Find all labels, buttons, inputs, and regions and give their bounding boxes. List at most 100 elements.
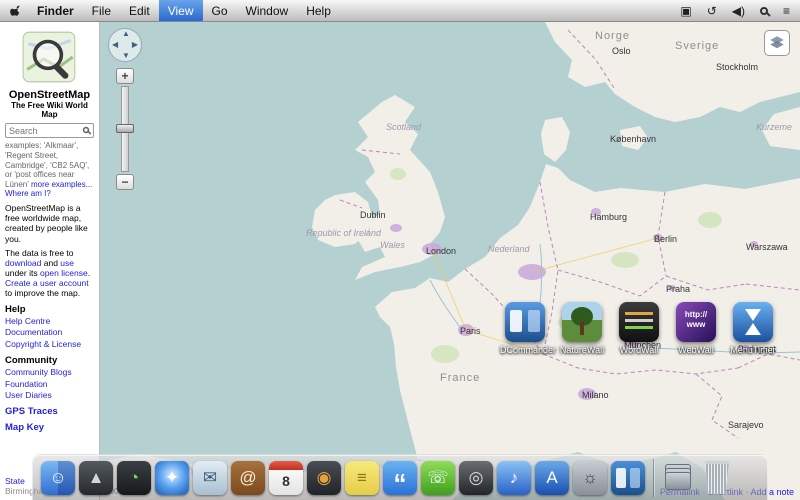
- menu-help[interactable]: Help: [297, 0, 340, 21]
- where-am-i-link[interactable]: Where am I?: [5, 189, 51, 198]
- menu-go[interactable]: Go: [203, 0, 237, 21]
- search-input[interactable]: [5, 123, 94, 138]
- use-link[interactable]: use: [60, 258, 74, 268]
- dock-items: ☺▲◔✦✉@8◉≡“☏◎♪A☼: [41, 461, 645, 495]
- trash-icon[interactable]: [702, 461, 732, 494]
- pan-up-icon[interactable]: ▲: [122, 30, 130, 38]
- license-text: The data is free to download and use und…: [5, 248, 94, 299]
- menu-finder[interactable]: Finder: [28, 0, 83, 21]
- display-icon[interactable]: ▣: [680, 4, 691, 18]
- sidebar-link[interactable]: Community Blogs: [5, 367, 94, 378]
- menu-items: FinderFileEditViewGoWindowHelp: [28, 0, 340, 21]
- map-land: [100, 22, 800, 500]
- gps-traces-link[interactable]: GPS Traces: [5, 406, 94, 417]
- map-label: Oslo: [612, 46, 631, 56]
- sidebar-link[interactable]: Help Centre: [5, 316, 94, 327]
- menu-file[interactable]: File: [83, 0, 120, 21]
- pan-right-icon[interactable]: ▶: [132, 41, 138, 49]
- map-label: London: [426, 246, 456, 256]
- map-label: Scotland: [386, 122, 421, 132]
- map-label: Praha: [666, 284, 690, 294]
- help-heading: Help: [5, 304, 94, 315]
- download-link[interactable]: download: [5, 258, 41, 268]
- search-result-link[interactable]: State: [5, 476, 25, 486]
- desktop-icon-dcommander[interactable]: DCommander: [500, 302, 550, 355]
- community-heading: Community: [5, 355, 94, 366]
- dock-contacts[interactable]: @: [231, 461, 265, 495]
- map-label: Kurzeme: [756, 122, 792, 132]
- dock-stickies[interactable]: ≡: [345, 461, 379, 495]
- dock-downloads-stack[interactable]: [662, 462, 694, 494]
- dock-dvd-player[interactable]: ◎: [459, 461, 493, 495]
- dock-dcommander[interactable]: [611, 461, 645, 495]
- dock-app-store[interactable]: A: [535, 461, 569, 495]
- dock-finder[interactable]: ☺: [41, 461, 75, 495]
- desktop-icon-menutimer[interactable]: MenuTimer: [728, 302, 778, 355]
- open-license-link[interactable]: open license: [40, 268, 88, 278]
- search-row: [5, 123, 94, 138]
- naturewall-icon: [562, 302, 602, 342]
- map-label: Republic of Ireland: [306, 228, 381, 238]
- menu-view[interactable]: View: [159, 0, 203, 21]
- site-title: OpenStreetMap: [5, 89, 94, 101]
- search-examples: examples: 'Alkmaar', 'Regent Street, Cam…: [5, 141, 94, 199]
- map-label: Stockholm: [716, 62, 758, 72]
- map-label: Wales: [380, 240, 405, 250]
- sidebar-link[interactable]: User Diaries: [5, 390, 94, 401]
- dock-calendar[interactable]: 8: [269, 461, 303, 495]
- sidebar-link[interactable]: Documentation: [5, 327, 94, 338]
- intro-text: OpenStreetMap is a free worldwide map, c…: [5, 203, 94, 244]
- pan-left-icon[interactable]: ◀: [112, 41, 118, 49]
- site-subtitle: The Free Wiki World Map: [5, 101, 94, 119]
- dock-launchpad[interactable]: ▲: [79, 461, 113, 495]
- dock-photo-booth[interactable]: ◉: [307, 461, 341, 495]
- apple-menu-icon[interactable]: [10, 3, 24, 18]
- dock-system-preferences[interactable]: ☼: [573, 461, 607, 495]
- desktop-icon-label: WebWall: [671, 345, 721, 355]
- pan-control[interactable]: ▲ ▼ ◀ ▶: [108, 28, 142, 62]
- map-label: Dublin: [360, 210, 386, 220]
- time-machine-icon[interactable]: ↺: [707, 4, 717, 18]
- map-label: Paris: [460, 326, 481, 336]
- desktop-icon-label: WordWall: [614, 345, 664, 355]
- zoom-slider-handle[interactable]: [116, 124, 134, 133]
- help-links: Help CentreDocumentationCopyright & Lice…: [5, 316, 94, 350]
- map-label: Norge: [595, 30, 630, 42]
- menu-window[interactable]: Window: [237, 0, 298, 21]
- layers-button[interactable]: [764, 30, 790, 56]
- desktop-icon-naturewall[interactable]: NatureWall: [557, 302, 607, 355]
- menu-edit[interactable]: Edit: [120, 0, 159, 21]
- dcommander-icon: [505, 302, 545, 342]
- desktop-icon-label: DCommander: [500, 345, 550, 355]
- wordwall-icon: [619, 302, 659, 342]
- search-icon[interactable]: [83, 127, 89, 133]
- desktop-icon-webwall[interactable]: http://www WebWall: [671, 302, 721, 355]
- dock-messages[interactable]: “: [383, 461, 417, 495]
- volume-icon[interactable]: ◀): [732, 4, 745, 18]
- zoom-in-button[interactable]: +: [116, 68, 134, 84]
- map-key-link[interactable]: Map Key: [5, 422, 94, 433]
- desktop-icon-wordwall[interactable]: WordWall: [614, 302, 664, 355]
- dock-facetime[interactable]: ☏: [421, 461, 455, 495]
- dock-itunes[interactable]: ♪: [497, 461, 531, 495]
- zoom-out-button[interactable]: −: [116, 174, 134, 190]
- map-label: København: [610, 134, 656, 144]
- notification-center-icon[interactable]: ≡: [783, 4, 790, 18]
- map[interactable]: Norge Oslo Sverige Stockholm Kurzeme Københav…: [100, 22, 800, 500]
- dock-safari[interactable]: ✦: [155, 461, 189, 495]
- map-label: Sverige: [675, 40, 719, 52]
- sidebar-link[interactable]: Copyright & License: [5, 339, 94, 350]
- sidebar-link[interactable]: Foundation: [5, 379, 94, 390]
- more-examples-link[interactable]: more examples...: [31, 180, 92, 189]
- menu-bar: FinderFileEditViewGoWindowHelp ▣ ↺ ◀) ≡: [0, 0, 800, 22]
- layers-icon: [768, 34, 786, 52]
- pan-down-icon[interactable]: ▼: [122, 52, 130, 60]
- create-account-link[interactable]: Create a user account: [5, 278, 89, 288]
- dock-mail[interactable]: ✉: [193, 461, 227, 495]
- dock-dashboard[interactable]: ◔: [117, 461, 151, 495]
- map-label: Hamburg: [590, 212, 627, 222]
- desktop-icon-label: MenuTimer: [728, 345, 778, 355]
- spotlight-icon[interactable]: [760, 7, 768, 15]
- map-label: Milano: [582, 390, 609, 400]
- map-label: France: [440, 372, 480, 384]
